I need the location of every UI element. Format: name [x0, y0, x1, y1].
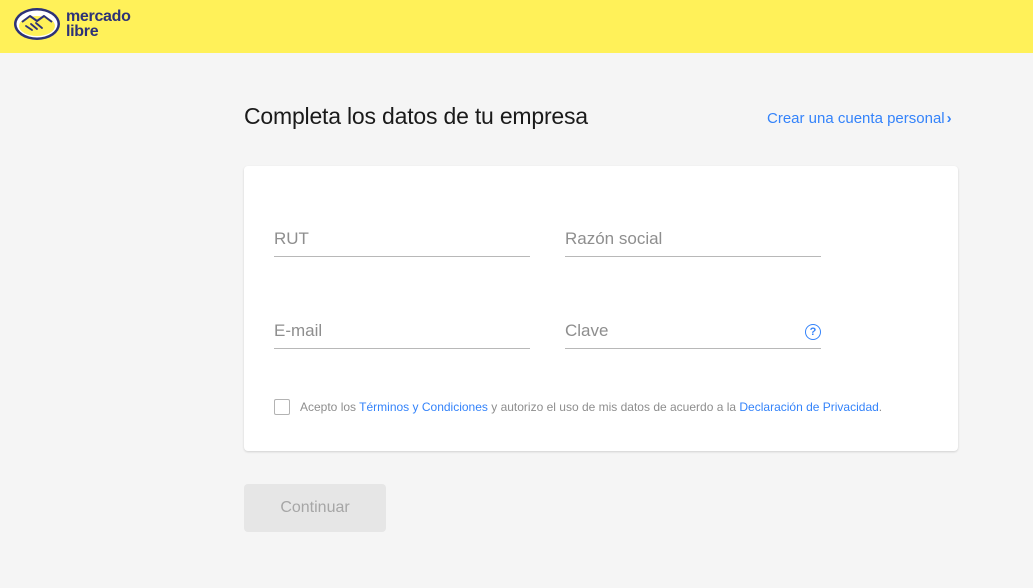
rut-input[interactable] — [274, 224, 530, 254]
help-icon[interactable]: ? — [805, 324, 821, 340]
clave-field: ? — [565, 316, 821, 349]
clave-input[interactable] — [565, 316, 821, 346]
terms-row: Acepto los Términos y Condiciones y auto… — [274, 399, 882, 415]
page-title: Completa los datos de tu empresa — [244, 103, 588, 129]
create-personal-account-link[interactable]: Crear una cuenta personal › — [767, 110, 952, 127]
handshake-logo-icon — [14, 8, 60, 40]
logo-word-libre: libre — [66, 23, 99, 40]
terms-checkbox[interactable] — [274, 399, 290, 415]
privacy-declaration-link[interactable]: Declaración de Privacidad — [739, 400, 878, 414]
company-form-card: ? Acepto los Términos y Condiciones y au… — [244, 166, 958, 451]
terms-suffix: . — [878, 400, 883, 414]
terms-text: Acepto los Términos y Condiciones y auto… — [300, 400, 882, 414]
top-header: mercado libre — [0, 0, 1033, 53]
email-input[interactable] — [274, 316, 530, 346]
razon-social-field — [565, 224, 821, 257]
continue-button[interactable]: Continuar — [244, 484, 386, 532]
email-field — [274, 316, 530, 349]
rut-field — [274, 224, 530, 257]
logo-wordmark: mercado libre — [66, 8, 131, 40]
terms-conditions-link[interactable]: Términos y Condiciones — [359, 400, 488, 414]
personal-link-label: Crear una cuenta personal — [767, 110, 945, 127]
razon-social-input[interactable] — [565, 224, 821, 254]
logo-word-mercado: mercado — [66, 8, 131, 25]
terms-prefix: Acepto los — [300, 400, 357, 414]
mercadolibre-logo[interactable]: mercado libre — [12, 4, 131, 44]
chevron-right-icon: › — [946, 110, 952, 127]
terms-middle: y autorizo el uso de mis datos de acuerd… — [491, 400, 737, 414]
